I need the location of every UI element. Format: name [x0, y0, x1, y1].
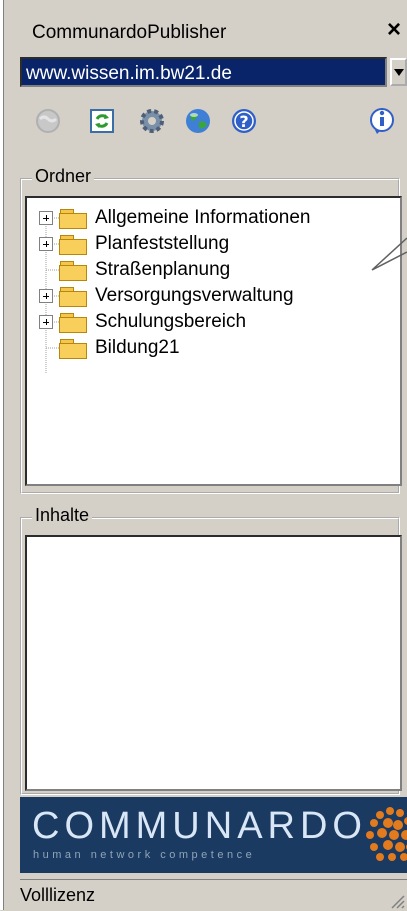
tree-item[interactable]: Bildung21: [39, 335, 180, 361]
expand-icon[interactable]: [39, 289, 53, 303]
tree-item[interactable]: Planfeststellung: [39, 231, 229, 257]
disabled-globe-icon[interactable]: [30, 103, 66, 139]
folder-icon: [59, 260, 87, 281]
tree-item-label: Versorgungsverwaltung: [95, 285, 294, 306]
panel-left-border: [0, 0, 4, 910]
expand-icon[interactable]: [39, 237, 53, 251]
license-status: Volllizenz: [20, 885, 96, 905]
contents-list[interactable]: [25, 535, 402, 791]
folder-icon: [59, 286, 87, 307]
title-bar: CommunardoPublisher ×: [6, 6, 407, 50]
tree-item[interactable]: Versorgungsverwaltung: [39, 283, 294, 309]
expand-icon[interactable]: [39, 211, 53, 225]
expand-icon[interactable]: [39, 315, 53, 329]
close-button[interactable]: ×: [381, 16, 407, 44]
folder-icon: [59, 208, 87, 229]
folders-group-label: Ordner: [32, 166, 95, 187]
gear-icon[interactable]: [134, 103, 170, 139]
tree-item-label: Straßenplanung: [95, 259, 231, 280]
tree-item-label: Bildung21: [95, 337, 180, 358]
site-select-dropdown-button[interactable]: [390, 58, 407, 86]
tree-item[interactable]: Schulungsbereich: [39, 309, 246, 335]
communardo-banner: COMMUNARDO human network competence: [20, 797, 407, 873]
folder-icon: [59, 234, 87, 255]
contents-group-label: Inhalte: [32, 505, 93, 526]
refresh-icon[interactable]: [84, 103, 120, 139]
toolbar: ?: [20, 103, 407, 151]
folder-tree[interactable]: Allgemeine Informationen Planfeststellun…: [25, 196, 402, 486]
folder-icon: [59, 338, 87, 359]
tree-item[interactable]: Allgemeine Informationen: [39, 205, 310, 231]
tree-item-label: Allgemeine Informationen: [95, 207, 311, 228]
brand-tagline: human network competence: [33, 849, 256, 861]
window-title: CommunardoPublisher: [32, 22, 227, 43]
svg-text:?: ?: [239, 112, 248, 131]
tree-item-label: Schulungsbereich: [95, 311, 247, 332]
globe-icon[interactable]: [180, 103, 216, 139]
site-select-value: www.wissen.im.bw21.de: [26, 63, 232, 84]
brand-dots-logo: [366, 807, 407, 861]
help-icon[interactable]: ?: [226, 103, 262, 139]
resize-grip-icon[interactable]: [389, 893, 405, 909]
tree-item-label: Planfeststellung: [95, 233, 230, 254]
callout-pointer: [371, 237, 407, 271]
site-select[interactable]: www.wissen.im.bw21.de: [20, 57, 387, 87]
folder-icon: [59, 312, 87, 333]
brand-logo-text: COMMUNARDO: [32, 805, 367, 847]
publisher-panel: CommunardoPublisher × www.wissen.im.bw21…: [0, 0, 407, 910]
info-icon[interactable]: [364, 103, 400, 139]
status-bar: Volllizenz: [20, 879, 407, 911]
tree-item[interactable]: Straßenplanung: [39, 257, 230, 283]
